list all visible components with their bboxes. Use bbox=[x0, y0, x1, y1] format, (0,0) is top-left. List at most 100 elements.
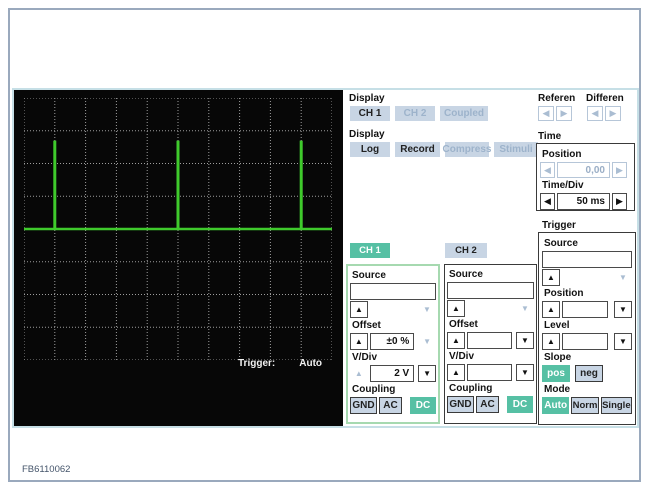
ch2-vdiv-down-button[interactable]: ▼ bbox=[516, 364, 534, 381]
trigger-level-label: Level bbox=[544, 320, 570, 331]
ch1-source-down-button[interactable]: ▼ bbox=[418, 301, 436, 318]
ch1-coupling-row: GND AC DC bbox=[350, 397, 436, 414]
ch1-offset-down-button[interactable]: ▼ bbox=[418, 333, 436, 350]
ch1-offset-field[interactable]: ±0 % bbox=[369, 333, 415, 350]
display-ch2-button[interactable]: CH 2 bbox=[395, 106, 435, 121]
time-position-row: ◀ 0,00 ▶ bbox=[540, 162, 631, 178]
ch1-source-label: Source bbox=[352, 270, 386, 281]
ch1-vdiv-row: ▲ 2 V ▼ bbox=[350, 365, 436, 382]
time-div-value-field[interactable]: 50 ms bbox=[557, 193, 610, 210]
time-div-row: ◀ 50 ms ▶ bbox=[540, 193, 631, 210]
ch2-vdiv-up-button[interactable]: ▲ bbox=[447, 364, 465, 381]
ch1-tab[interactable]: CH 1 bbox=[350, 243, 390, 258]
ch2-source-up-button[interactable]: ▲ bbox=[447, 300, 465, 317]
ch1-source-up-button[interactable]: ▲ bbox=[350, 301, 368, 318]
time-position-value-field[interactable]: 0,00 bbox=[557, 162, 610, 178]
time-position-decrement-button[interactable]: ◀ bbox=[540, 162, 555, 178]
trigger-source-down-button[interactable]: ▼ bbox=[614, 269, 632, 286]
display-mode-group-label: Display bbox=[349, 129, 385, 140]
trigger-status: Trigger: Auto bbox=[238, 358, 322, 369]
stimuli-button[interactable]: Stimuli bbox=[494, 142, 538, 157]
display-coupled-button[interactable]: Coupled bbox=[440, 106, 488, 121]
ch1-offset-row: ▲ ±0 % ▼ bbox=[350, 333, 436, 350]
trigger-source-up-button[interactable]: ▲ bbox=[542, 269, 560, 286]
time-position-label: Position bbox=[542, 149, 582, 160]
ch1-coupling-gnd-button[interactable]: GND bbox=[350, 397, 377, 414]
trigger-level-down-button[interactable]: ▼ bbox=[614, 333, 632, 350]
time-div-decrement-button[interactable]: ◀ bbox=[540, 193, 555, 210]
ch2-offset-down-button[interactable]: ▼ bbox=[516, 332, 534, 349]
ch1-offset-label: Offset bbox=[352, 320, 381, 331]
trigger-position-down-button[interactable]: ▼ bbox=[614, 301, 632, 318]
trigger-box: Source ▲ ▼ Position ▲ ▼ Level ▲ ▼ Slope … bbox=[538, 232, 636, 425]
ch2-source-arrows: ▲ ▼ bbox=[447, 300, 534, 317]
ch2-coupling-dc-button[interactable]: DC bbox=[507, 396, 533, 413]
ch2-offset-up-button[interactable]: ▲ bbox=[447, 332, 465, 349]
difference-label: Differen bbox=[586, 93, 624, 104]
left-arrow-icon: ◀ bbox=[591, 108, 599, 118]
right-arrow-icon: ▶ bbox=[609, 108, 617, 118]
ch1-coupling-ac-button[interactable]: AC bbox=[379, 397, 402, 414]
reference-next-button[interactable]: ▶ bbox=[556, 106, 572, 121]
difference-prev-button[interactable]: ◀ bbox=[587, 106, 603, 121]
ch1-vdiv-up-button[interactable]: ▲ bbox=[350, 365, 368, 382]
ch2-offset-label: Offset bbox=[449, 319, 478, 330]
ch2-vdiv-label: V/Div bbox=[449, 351, 475, 362]
time-div-increment-button[interactable]: ▶ bbox=[612, 193, 627, 210]
log-button[interactable]: Log bbox=[350, 142, 390, 157]
ch1-offset-up-button[interactable]: ▲ bbox=[350, 333, 368, 350]
reference-prev-button[interactable]: ◀ bbox=[538, 106, 554, 121]
ch2-offset-field[interactable] bbox=[467, 332, 512, 349]
trigger-status-value: Auto bbox=[299, 358, 323, 369]
ch1-coupling-dc-button[interactable]: DC bbox=[410, 397, 436, 414]
trigger-mode-label: Mode bbox=[544, 384, 571, 395]
down-arrow-icon: ▼ bbox=[423, 369, 432, 378]
trigger-section-label: Trigger bbox=[542, 220, 576, 231]
trigger-position-up-button[interactable]: ▲ bbox=[542, 301, 560, 318]
record-button[interactable]: Record bbox=[395, 142, 440, 157]
up-arrow-icon: ▲ bbox=[452, 368, 460, 377]
display-ch1-button[interactable]: CH 1 bbox=[350, 106, 390, 121]
down-arrow-icon: ▼ bbox=[619, 273, 627, 282]
mode-single-button[interactable]: Single bbox=[600, 397, 632, 414]
trigger-level-up-button[interactable]: ▲ bbox=[542, 333, 560, 350]
mode-auto-button[interactable]: Auto bbox=[542, 397, 570, 414]
trigger-status-label: Trigger: bbox=[238, 358, 276, 369]
down-arrow-icon: ▼ bbox=[521, 304, 529, 313]
ch1-panel: Source ▲ ▼ Offset ▲ ±0 % ▼ V/Div ▲ 2 V ▼… bbox=[346, 264, 440, 424]
ch2-tab[interactable]: CH 2 bbox=[445, 243, 487, 258]
oscilloscope-panel: Trigger: Auto Display CH 1 CH 2 Coupled … bbox=[12, 88, 639, 428]
mode-norm-button[interactable]: Norm bbox=[571, 397, 599, 414]
ch2-source-down-button[interactable]: ▼ bbox=[516, 300, 534, 317]
ch2-coupling-ac-button[interactable]: AC bbox=[476, 396, 499, 413]
difference-next-button[interactable]: ▶ bbox=[605, 106, 621, 121]
time-section-label: Time bbox=[538, 131, 562, 142]
slope-pos-button[interactable]: pos bbox=[542, 365, 570, 382]
right-arrow-icon: ▶ bbox=[616, 196, 623, 206]
up-arrow-icon: ▲ bbox=[547, 337, 555, 346]
scope-grid-svg bbox=[24, 98, 332, 360]
display-channel-group-label: Display bbox=[349, 93, 385, 104]
ch1-vdiv-field[interactable]: 2 V bbox=[369, 365, 415, 382]
trigger-slope-row: pos neg bbox=[542, 365, 632, 382]
ch1-source-field[interactable] bbox=[350, 283, 436, 300]
ch1-vdiv-down-button[interactable]: ▼ bbox=[418, 365, 436, 382]
ch2-coupling-gnd-button[interactable]: GND bbox=[447, 396, 474, 413]
up-arrow-icon: ▲ bbox=[547, 273, 555, 282]
ch2-source-field[interactable] bbox=[447, 282, 534, 299]
down-arrow-icon: ▼ bbox=[521, 336, 529, 345]
trigger-level-field[interactable] bbox=[562, 333, 608, 350]
down-arrow-icon: ▼ bbox=[521, 368, 529, 377]
trigger-source-field[interactable] bbox=[542, 251, 632, 268]
trigger-mode-row: Auto Norm Single bbox=[542, 397, 632, 414]
right-arrow-icon: ▶ bbox=[616, 164, 623, 175]
up-arrow-icon: ▲ bbox=[452, 336, 460, 345]
slope-neg-button[interactable]: neg bbox=[575, 365, 603, 382]
time-div-label: Time/Div bbox=[542, 180, 584, 191]
ch2-offset-row: ▲ ▼ bbox=[447, 332, 534, 349]
trigger-level-row: ▲ ▼ bbox=[542, 333, 632, 350]
compress-button[interactable]: Compress bbox=[443, 142, 491, 157]
ch2-vdiv-field[interactable] bbox=[467, 364, 512, 381]
trigger-position-field[interactable] bbox=[562, 301, 608, 318]
time-position-increment-button[interactable]: ▶ bbox=[612, 162, 627, 178]
